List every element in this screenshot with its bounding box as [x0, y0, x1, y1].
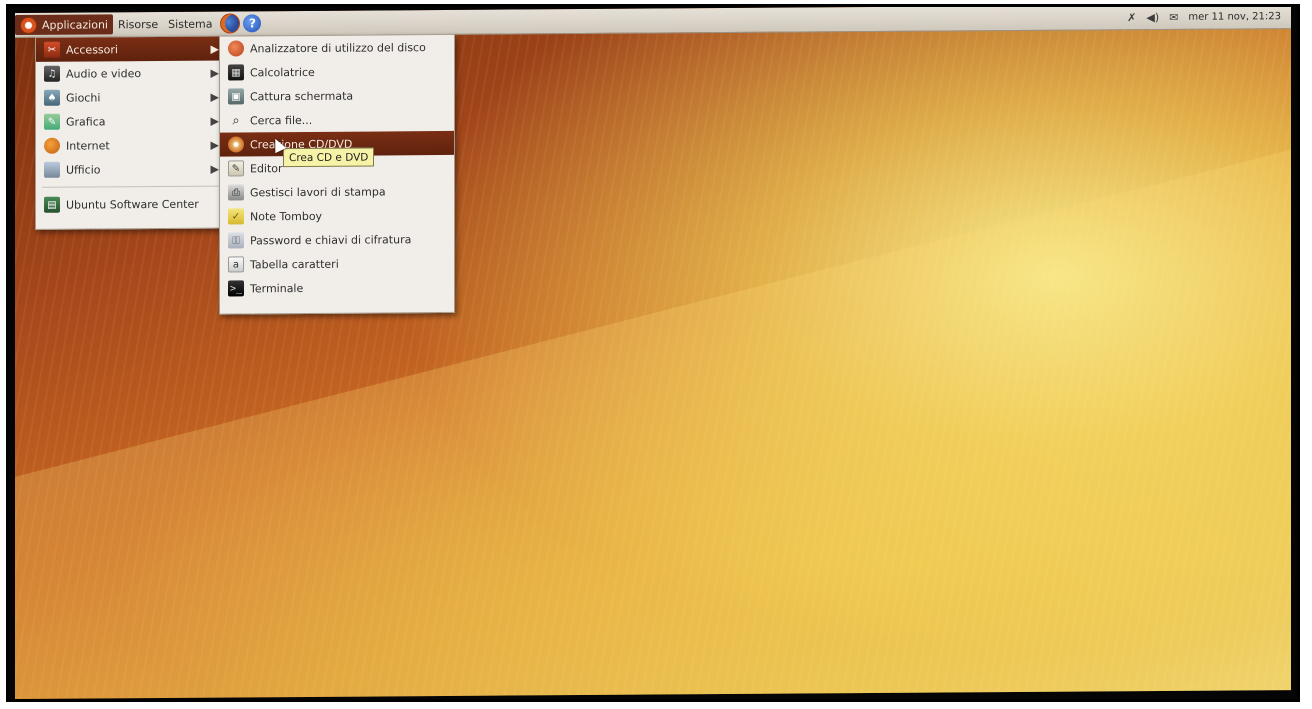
top-panel: Applicazioni Risorse Sistema ? ✗ ◀) ✉ me… [15, 7, 1291, 39]
menu-risorse-label: Risorse [117, 17, 159, 31]
menu-applicazioni[interactable]: Applicazioni [15, 14, 113, 35]
submenu-arrow-icon: ▶ [210, 42, 219, 56]
menu-sistema-label: Sistema [168, 17, 213, 31]
menu-item-audio-video[interactable]: ♫ Audio e video ▶ [36, 61, 225, 86]
submenu-item-screenshot[interactable]: ▣ Cattura schermata [220, 83, 454, 109]
internet-icon [44, 137, 60, 154]
disk-usage-icon [228, 40, 244, 57]
system-tray: ✗ ◀) ✉ mer 11 nov, 21:23 [1127, 10, 1291, 24]
submenu-item-label: Editor [250, 161, 283, 175]
terminal-icon: >_ [228, 280, 244, 297]
submenu-item-label: Analizzatore di utilizzo del disco [250, 40, 426, 55]
menu-item-giochi[interactable]: ♠ Giochi ▶ [36, 85, 225, 110]
submenu-item-disk-usage[interactable]: Analizzatore di utilizzo del disco [220, 35, 454, 61]
desktop: Applicazioni Risorse Sistema ? ✗ ◀) ✉ me… [15, 7, 1291, 699]
key-icon: ⚿ [228, 232, 244, 249]
submenu-arrow-icon: ▶ [210, 66, 219, 80]
submenu-item-tomboy[interactable]: ✓ Note Tomboy [220, 203, 454, 229]
audio-video-icon: ♫ [44, 65, 60, 82]
applications-menu: ✂ Accessori ▶ ♫ Audio e video ▶ ♠ Giochi… [35, 35, 226, 230]
menu-applicazioni-label: Applicazioni [42, 17, 108, 32]
submenu-arrow-icon: ▶ [210, 114, 219, 128]
submenu-arrow-icon: ▶ [210, 138, 219, 152]
ubuntu-logo-icon [20, 16, 37, 34]
menu-item-ufficio[interactable]: Ufficio ▶ [36, 157, 225, 182]
volume-icon[interactable]: ◀) [1146, 11, 1159, 24]
notes-icon: ✓ [228, 208, 244, 225]
mail-icon[interactable]: ✉ [1169, 10, 1178, 23]
menu-separator [42, 185, 219, 188]
text-editor-icon: ✎ [228, 160, 244, 177]
submenu-item-label: Cerca file... [250, 113, 313, 127]
submenu-item-label: Note Tomboy [250, 209, 323, 223]
submenu-item-label: Cattura schermata [250, 89, 354, 103]
menu-item-internet[interactable]: Internet ▶ [36, 133, 225, 158]
menu-item-label: Giochi [66, 90, 101, 105]
menu-risorse[interactable]: Risorse [113, 14, 163, 34]
submenu-item-label: Gestisci lavori di stampa [250, 184, 386, 199]
submenu-item-print-jobs[interactable]: ⎙ Gestisci lavori di stampa [220, 179, 454, 205]
submenu-item-search-files[interactable]: ⌕ Cerca file... [220, 107, 454, 133]
printer-icon: ⎙ [228, 184, 244, 201]
graphics-icon: ✎ [44, 113, 60, 130]
photo-frame: Applicazioni Risorse Sistema ? ✗ ◀) ✉ me… [6, 4, 1300, 702]
menu-item-label: Internet [66, 138, 110, 153]
submenu-item-label: Terminale [250, 281, 304, 295]
clock[interactable]: mer 11 nov, 21:23 [1188, 11, 1281, 23]
menu-sistema[interactable]: Sistema [163, 14, 217, 34]
submenu-item-label: Calcolatrice [250, 65, 315, 79]
software-center-icon: ▤ [44, 196, 60, 213]
character-map-icon: a [228, 256, 244, 273]
menu-item-label: Ubuntu Software Center [66, 197, 199, 212]
menu-item-label: Ufficio [66, 162, 101, 177]
submenu-item-label: Password e chiavi di cifratura [250, 232, 412, 247]
menu-item-grafica[interactable]: ✎ Grafica ▶ [36, 109, 225, 134]
help-icon[interactable]: ? [243, 14, 262, 33]
submenu-item-terminal[interactable]: >_ Terminale [220, 275, 454, 301]
submenu-arrow-icon: ▶ [210, 90, 219, 104]
menu-item-label: Accessori [66, 42, 118, 57]
submenu-item-passwords[interactable]: ⚿ Password e chiavi di cifratura [220, 227, 454, 253]
accessories-icon: ✂ [44, 41, 60, 58]
menu-item-label: Grafica [66, 114, 106, 129]
submenu-item-char-map[interactable]: a Tabella caratteri [220, 251, 454, 277]
search-icon: ⌕ [232, 112, 240, 128]
network-icon[interactable]: ✗ [1127, 11, 1136, 24]
accessories-submenu: Analizzatore di utilizzo del disco ▦ Cal… [219, 33, 455, 315]
submenu-item-label: Tabella caratteri [250, 257, 339, 271]
tooltip: Crea CD e DVD [283, 147, 375, 168]
firefox-icon[interactable] [220, 13, 241, 34]
cd-dvd-icon [228, 136, 244, 153]
games-icon: ♠ [44, 89, 60, 106]
submenu-item-calculator[interactable]: ▦ Calcolatrice [220, 59, 454, 85]
menu-item-label: Audio e video [66, 66, 142, 81]
office-icon [44, 161, 60, 178]
submenu-arrow-icon: ▶ [210, 162, 219, 176]
menu-item-software-center[interactable]: ▤ Ubuntu Software Center [36, 192, 225, 217]
menu-item-accessori[interactable]: ✂ Accessori ▶ [36, 36, 225, 62]
screenshot-icon: ▣ [228, 88, 244, 105]
calculator-icon: ▦ [228, 64, 244, 81]
